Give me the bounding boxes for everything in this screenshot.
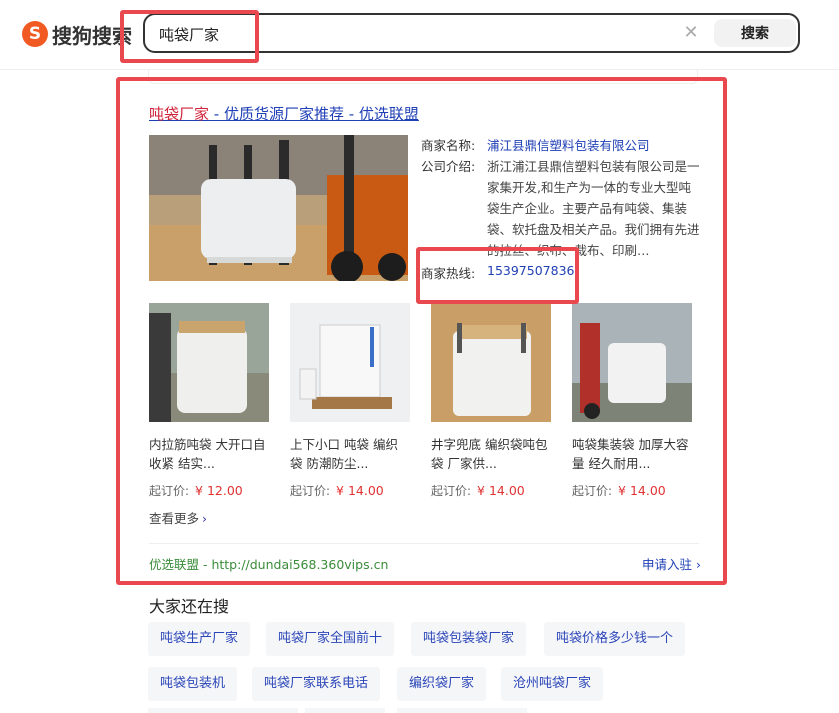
ad-source-url[interactable]: 优选联盟 - http://dundai568.360vips.cn bbox=[149, 554, 388, 573]
search-input[interactable] bbox=[159, 23, 659, 45]
product-price: ¥ 12.00 bbox=[195, 483, 243, 498]
product-price-row: 起订价: ¥ 12.00 bbox=[149, 482, 269, 499]
product-price-row: 起订价: ¥ 14.00 bbox=[572, 482, 692, 499]
product-price: ¥ 14.00 bbox=[336, 483, 384, 498]
product-price-row: 起订价: ¥ 14.00 bbox=[431, 482, 551, 499]
hotline-label: 商家热线: bbox=[421, 266, 476, 281]
sogou-logo-icon: S bbox=[22, 21, 48, 47]
chevron-right-icon: › bbox=[696, 557, 701, 572]
product-list: 内拉筋吨袋 大开口自收紧 结实... 起订价: ¥ 12.00 上下小口 吨袋 编… bbox=[149, 303, 694, 498]
ad-title-link[interactable]: 吨袋厂家 - 优质货源厂家推荐 - 优选联盟 bbox=[149, 103, 419, 124]
product-item[interactable]: 内拉筋吨袋 大开口自收紧 结实... 起订价: ¥ 12.00 bbox=[149, 303, 269, 499]
related-search-tag[interactable]: 吨袋价格多少钱一个 bbox=[544, 622, 686, 656]
search-button[interactable]: 搜索 bbox=[714, 19, 796, 47]
price-label: 起订价: bbox=[290, 484, 331, 498]
product-name: 井字兜底 编织袋吨包袋 厂家供... bbox=[431, 437, 548, 471]
company-intro-row: 公司介绍: 浙江浦江县鼎信塑料包装有限公司是一家集开发,和生产为一体的专业大型吨… bbox=[421, 156, 701, 261]
product-name: 上下小口 吨袋 编织袋 防潮防尘... bbox=[290, 437, 398, 471]
price-label: 起订价: bbox=[431, 484, 472, 498]
related-searches-title: 大家还在搜 bbox=[149, 597, 230, 616]
product-item[interactable]: 上下小口 吨袋 编织袋 防潮防尘... 起订价: ¥ 14.00 bbox=[290, 303, 410, 499]
card-divider bbox=[149, 543, 699, 544]
product-name: 内拉筋吨袋 大开口自收紧 结实... bbox=[149, 437, 266, 471]
product-price: ¥ 14.00 bbox=[477, 483, 525, 498]
related-search-tag[interactable]: 吨袋厂家全国前十 bbox=[266, 622, 395, 656]
merchant-name-label: 商家名称: bbox=[421, 138, 476, 153]
related-search-tag[interactable]: 吨袋包装机 bbox=[148, 667, 238, 701]
see-more-link[interactable]: 查看更多 › bbox=[149, 508, 207, 527]
related-search-tag[interactable]: 吨袋厂家联系电话 bbox=[252, 667, 381, 701]
previous-result-edge bbox=[148, 70, 698, 84]
related-search-tag[interactable]: 沧州吨袋厂家 bbox=[501, 667, 604, 701]
product-image bbox=[149, 303, 269, 422]
chevron-right-icon: › bbox=[202, 511, 208, 526]
see-more-label: 查看更多 bbox=[149, 511, 200, 526]
price-label: 起订价: bbox=[149, 484, 190, 498]
product-image bbox=[431, 303, 551, 422]
related-search-tag-partial bbox=[397, 708, 527, 713]
company-intro-text: 浙江浦江县鼎信塑料包装有限公司是一家集开发,和生产为一体的专业大型吨袋生产企业。… bbox=[487, 159, 700, 258]
product-price-row: 起订价: ¥ 14.00 bbox=[290, 482, 410, 499]
ad-title-keyword: 吨袋厂家 bbox=[149, 105, 210, 123]
apply-join-label: 申请入驻 bbox=[642, 557, 693, 572]
sogou-logo-text: 搜狗搜索 bbox=[52, 23, 132, 48]
main-product-image[interactable] bbox=[149, 135, 408, 281]
product-image bbox=[572, 303, 692, 422]
product-item[interactable]: 井字兜底 编织袋吨包袋 厂家供... 起订价: ¥ 14.00 bbox=[431, 303, 551, 499]
price-label: 起订价: bbox=[572, 484, 613, 498]
hotline-row: 商家热线: 15397507836 bbox=[421, 263, 574, 282]
company-intro-label: 公司介绍: bbox=[421, 159, 476, 174]
product-price: ¥ 14.00 bbox=[618, 483, 666, 498]
related-search-tag-partial bbox=[305, 708, 385, 713]
search-box: ✕ 搜索 bbox=[143, 13, 800, 53]
apply-join-link[interactable]: 申请入驻 › bbox=[642, 554, 701, 573]
related-search-tag[interactable]: 吨袋生产厂家 bbox=[148, 622, 251, 656]
hotline-number[interactable]: 15397507836 bbox=[487, 263, 574, 282]
related-search-tag-partial bbox=[148, 708, 298, 713]
ad-title-rest: - 优质货源厂家推荐 - 优选联盟 bbox=[209, 105, 419, 123]
merchant-name-link[interactable]: 浦江县鼎信塑料包装有限公司 bbox=[487, 135, 650, 156]
clear-icon[interactable]: ✕ bbox=[680, 22, 702, 44]
product-image bbox=[290, 303, 410, 422]
merchant-name-row: 商家名称: 浦江县鼎信塑料包装有限公司 bbox=[421, 135, 701, 156]
related-search-tag[interactable]: 编织袋厂家 bbox=[397, 667, 487, 701]
ad-result-card: 吨袋厂家 - 优质货源厂家推荐 - 优选联盟 商家名称: 浦江县鼎信塑料包装有限… bbox=[133, 85, 713, 573]
merchant-info: 商家名称: 浦江县鼎信塑料包装有限公司 公司介绍: 浙江浦江县鼎信塑料包装有限公… bbox=[421, 135, 701, 261]
top-bar: S 搜狗搜索 ✕ 搜索 bbox=[0, 0, 839, 70]
related-search-tag[interactable]: 吨袋包装袋厂家 bbox=[411, 622, 527, 656]
product-item[interactable]: 吨袋集装袋 加厚大容量 经久耐用... 起订价: ¥ 14.00 bbox=[572, 303, 692, 499]
sogou-logo[interactable]: S 搜狗搜索 bbox=[22, 19, 150, 49]
product-name: 吨袋集装袋 加厚大容量 经久耐用... bbox=[572, 437, 689, 471]
